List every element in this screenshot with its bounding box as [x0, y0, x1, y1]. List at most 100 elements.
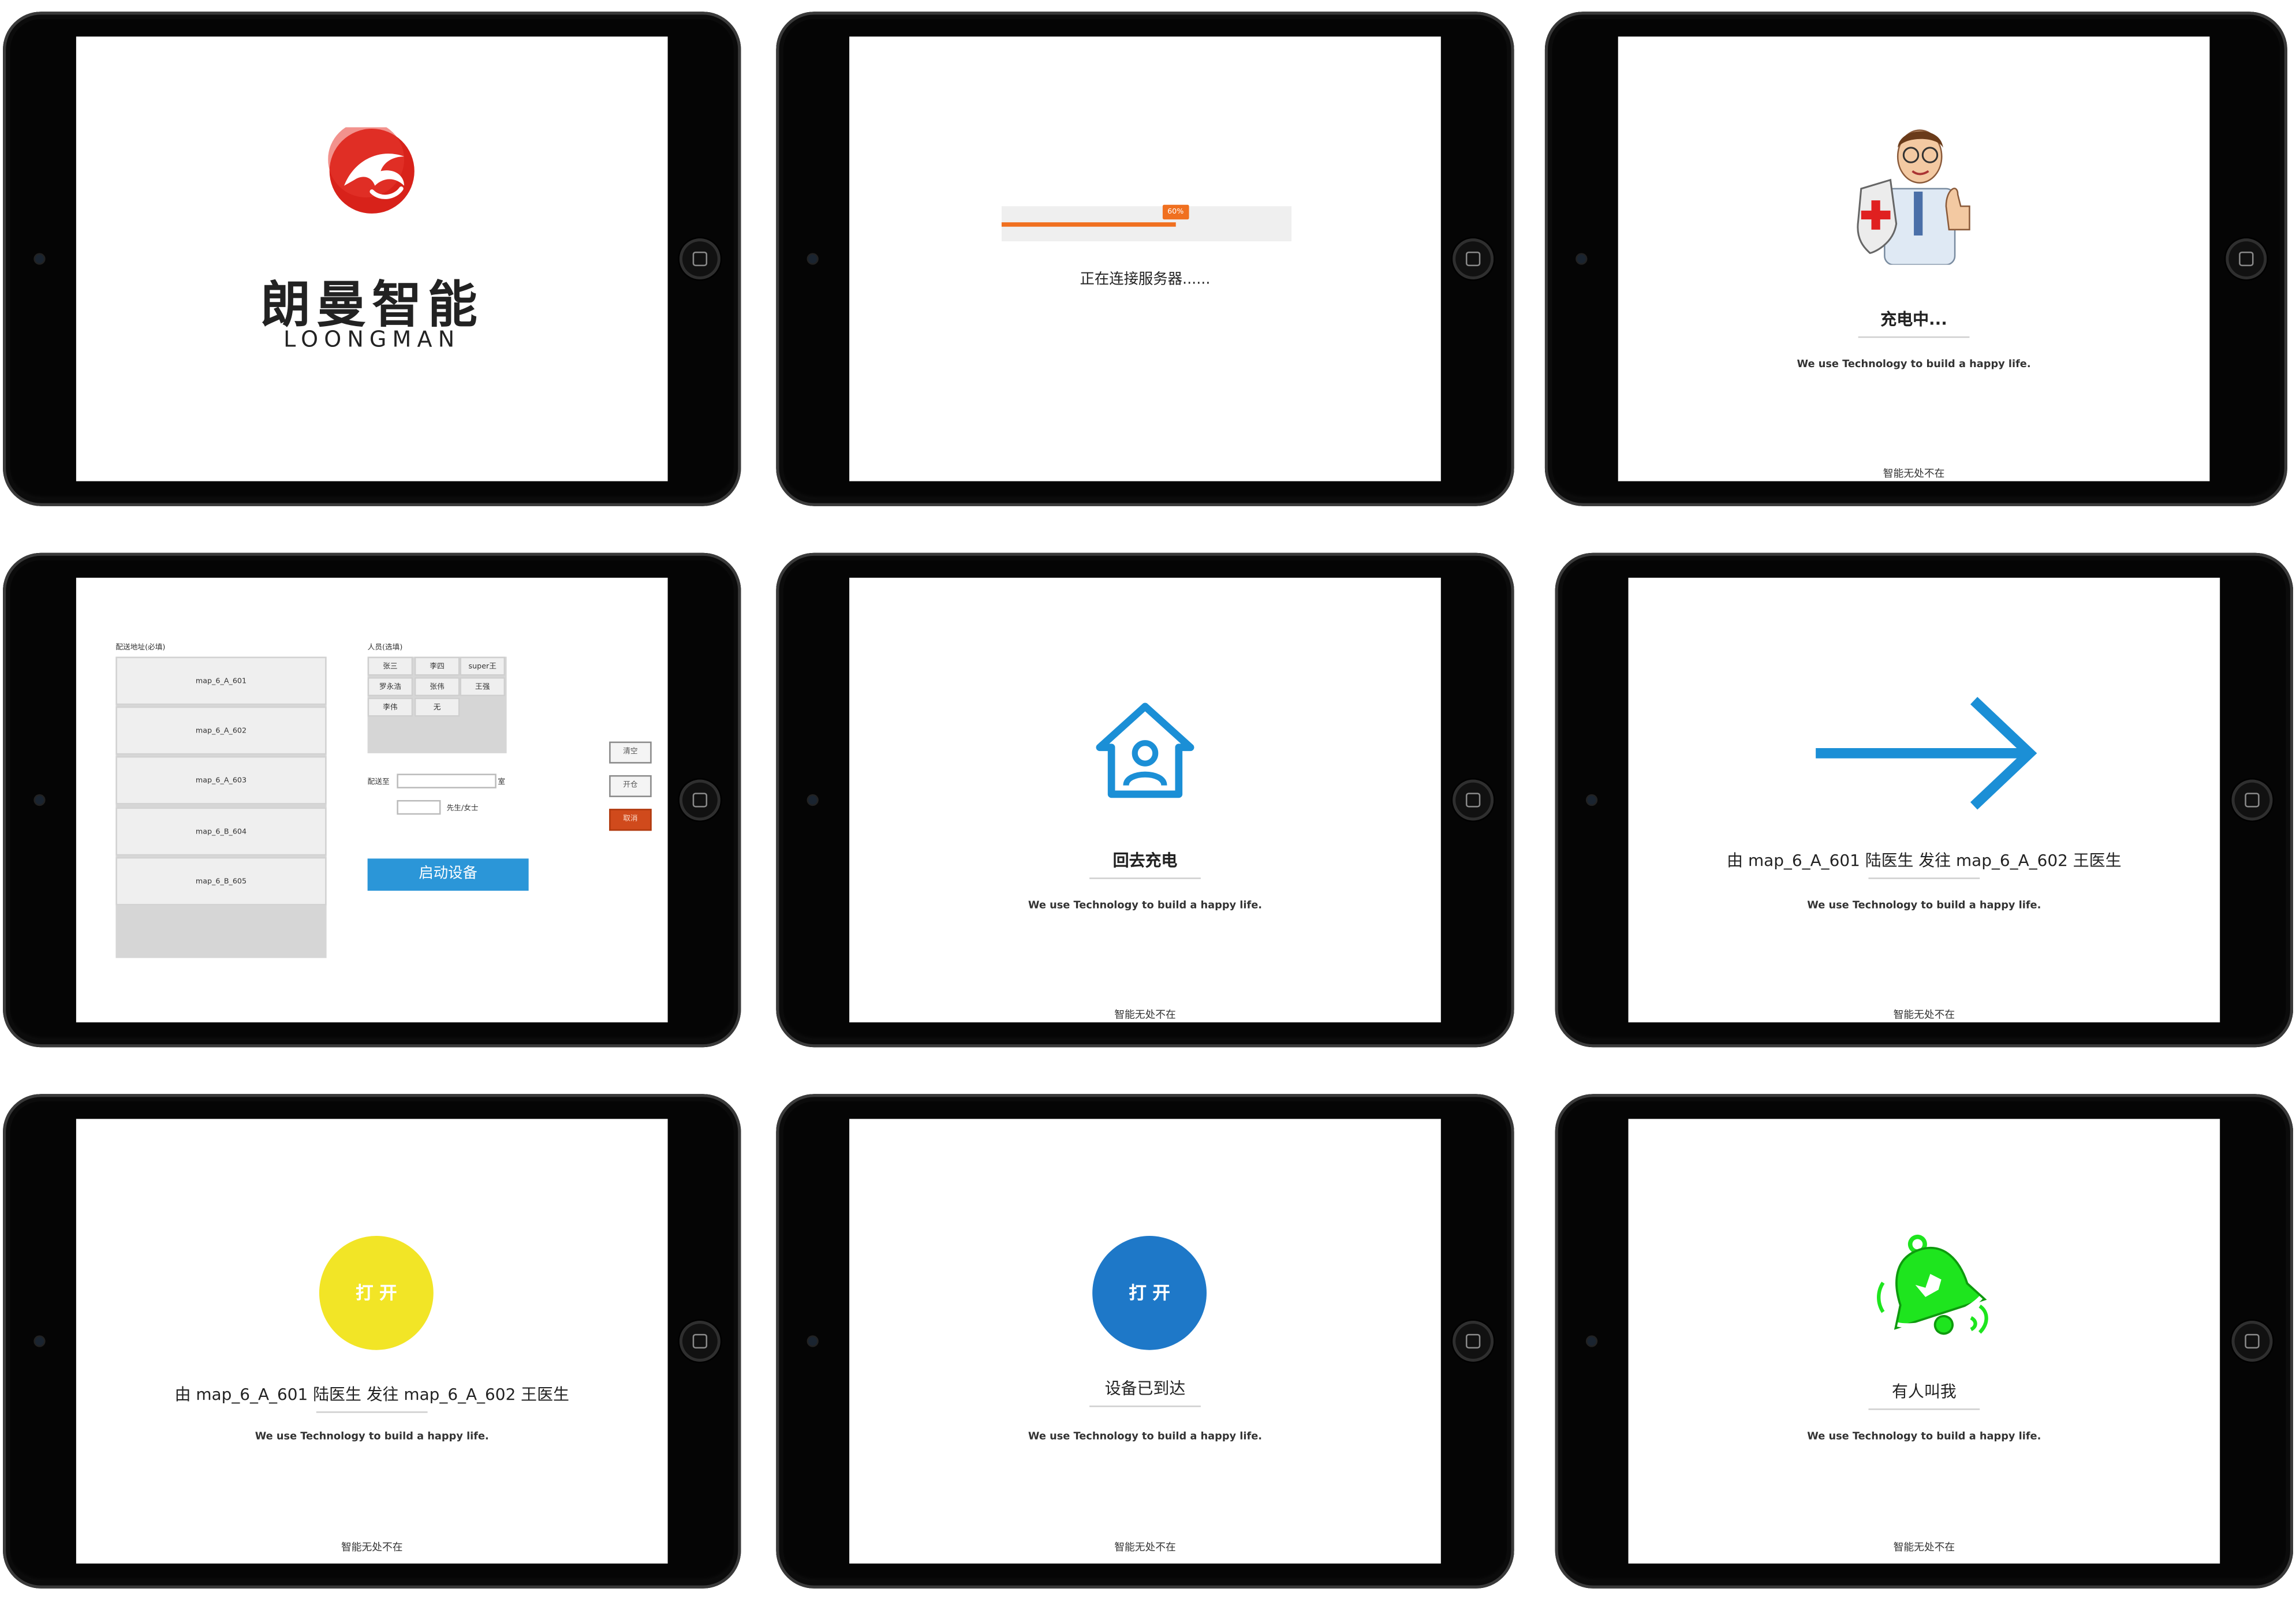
splash-screen: 朗曼智能 LOONGMAN [76, 36, 668, 481]
progress-badge-text: 60% [1167, 207, 1184, 217]
clear-button[interactable]: 清空 [609, 741, 652, 764]
tagline: We use Technology to build a happy life. [1797, 358, 2031, 371]
person-cell[interactable]: super王 [460, 656, 506, 676]
open-yellow-screen: 打 开 由 map_6_A_601 陆医生 发往 map_6_A_602 王医生… [76, 1119, 668, 1564]
front-camera [1587, 1336, 1596, 1346]
tablet-open-yellow: 打 开 由 map_6_A_601 陆医生 发往 map_6_A_602 王医生… [3, 1094, 741, 1589]
home-button[interactable] [1453, 779, 1494, 821]
tagline: We use Technology to build a happy life. [1807, 899, 2041, 911]
home-person-icon [1096, 703, 1194, 798]
start-device-button[interactable]: 启动设备 [367, 858, 529, 891]
person-cell[interactable]: 张伟 [414, 677, 460, 697]
home-button[interactable] [679, 779, 720, 821]
address-item[interactable]: map_6_A_602 [115, 706, 327, 755]
home-button[interactable] [2231, 779, 2273, 821]
tablet-splash: 朗曼智能 LOONGMAN [3, 12, 741, 506]
person-cell[interactable]: 李四 [414, 656, 460, 676]
title-underline [1089, 1405, 1201, 1407]
address-label: 配送地址(必填) [115, 643, 166, 653]
title-underline [316, 1411, 428, 1413]
title-underline [1089, 877, 1201, 879]
cancel-button[interactable]: 取消 [609, 809, 652, 831]
front-camera [35, 254, 44, 264]
tablet-in-transit: 由 map_6_A_601 陆医生 发往 map_6_A_602 王医生 We … [1555, 552, 2294, 1048]
front-camera [808, 1336, 817, 1346]
address-list: map_6_A_601 map_6_A_602 map_6_A_603 map_… [115, 656, 327, 958]
tablet-arrived: 打 开 设备已到达 We use Technology to build a h… [776, 1094, 1514, 1589]
dispatch-screen: 配送地址(必填) map_6_A_601 map_6_A_602 map_6_A… [76, 577, 668, 1023]
footer-slogan: 智能无处不在 [1114, 1009, 1176, 1021]
calling-title: 有人叫我 [1892, 1382, 1957, 1402]
open-button[interactable]: 打 开 [319, 1236, 434, 1350]
mockup-grid: 朗曼智能 LOONGMAN 60% 正在连接服务器...... 充电中... W… [0, 0, 2296, 1603]
front-camera [1587, 795, 1596, 805]
home-button[interactable] [679, 1321, 720, 1362]
progress-fill [1001, 222, 1176, 227]
open-button-label: 打 开 [356, 1283, 397, 1303]
front-camera [1577, 254, 1586, 264]
charging-title: 充电中... [1880, 310, 1947, 330]
address-item[interactable]: map_6_A_603 [115, 756, 327, 805]
tagline: We use Technology to build a happy life. [1028, 899, 1262, 911]
front-camera [35, 1336, 44, 1346]
tagline: We use Technology to build a happy life. [255, 1430, 489, 1443]
tagline: We use Technology to build a happy life. [1807, 1430, 2041, 1443]
address-item[interactable]: map_6_B_604 [115, 807, 327, 856]
home-button[interactable] [1453, 238, 1494, 279]
front-camera [35, 795, 44, 805]
title-underline [1868, 1408, 1980, 1410]
address-item[interactable]: map_6_B_605 [115, 857, 327, 906]
recipient-suffix: 先生/女士 [446, 804, 479, 813]
front-camera [808, 795, 817, 805]
charging-screen: 充电中... We use Technology to build a happ… [1618, 36, 2210, 481]
home-button[interactable] [679, 238, 720, 279]
open-button[interactable]: 打 开 [1092, 1236, 1207, 1350]
bell-icon [1877, 1234, 1988, 1335]
person-cell[interactable]: 罗永浩 [367, 677, 413, 697]
home-button[interactable] [2231, 1321, 2273, 1362]
tablet-return-charge: 回去充电 We use Technology to build a happy … [776, 552, 1514, 1048]
footer-slogan: 智能无处不在 [1114, 1541, 1176, 1553]
return-charge-title: 回去充电 [1112, 851, 1178, 870]
doctor-mascot-icon [1857, 129, 1970, 265]
loading-screen: 60% 正在连接服务器...... [849, 36, 1441, 481]
open-bin-button[interactable]: 开仓 [609, 775, 652, 797]
tablet-charging: 充电中... We use Technology to build a happ… [1544, 12, 2287, 506]
title-underline [1868, 877, 1980, 879]
footer-slogan: 智能无处不在 [1883, 468, 1945, 480]
tablet-calling: 有人叫我 We use Technology to build a happy … [1555, 1094, 2294, 1589]
progress-badge: 60% [1162, 204, 1189, 220]
tablet-loading: 60% 正在连接服务器...... [776, 12, 1514, 506]
tablet-dispatch: 配送地址(必填) map_6_A_601 map_6_A_602 map_6_A… [3, 552, 741, 1048]
connecting-status: 正在连接服务器...... [1080, 272, 1211, 289]
route-title: 由 map_6_A_601 陆医生 发往 map_6_A_602 王医生 [174, 1385, 569, 1404]
footer-slogan: 智能无处不在 [341, 1541, 403, 1553]
home-button[interactable] [2226, 238, 2267, 279]
in-transit-screen: 由 map_6_A_601 陆医生 发往 map_6_A_602 王医生 We … [1628, 577, 2220, 1023]
personnel-label: 人员(选填) [367, 643, 403, 653]
arrived-screen: 打 开 设备已到达 We use Technology to build a h… [849, 1119, 1441, 1564]
progress-track: 60% [1001, 204, 1292, 242]
person-cell[interactable]: 王强 [460, 677, 506, 697]
footer-slogan: 智能无处不在 [1893, 1541, 1955, 1553]
front-camera [808, 254, 817, 264]
tagline: We use Technology to build a happy life. [1028, 1430, 1262, 1443]
loongman-logo-icon [328, 127, 415, 214]
address-item[interactable]: map_6_A_601 [115, 656, 327, 705]
person-cell[interactable]: 张三 [367, 656, 413, 676]
title-underline [1858, 336, 1970, 338]
room-input[interactable] [397, 774, 496, 789]
brand-name-en: LOONGMAN [283, 326, 461, 353]
room-suffix: 室 [498, 778, 506, 787]
start-device-label: 启动设备 [419, 866, 477, 882]
person-cell[interactable]: 无 [414, 697, 460, 717]
return-charge-screen: 回去充电 We use Technology to build a happy … [849, 577, 1441, 1023]
open-button-label: 打 开 [1129, 1283, 1170, 1303]
person-cell[interactable]: 李伟 [367, 697, 413, 717]
recipient-input[interactable] [397, 799, 441, 815]
footer-slogan: 智能无处不在 [1893, 1009, 1955, 1021]
calling-screen: 有人叫我 We use Technology to build a happy … [1628, 1119, 2220, 1564]
home-button[interactable] [1453, 1321, 1494, 1362]
deliver-to-label: 配送至 [367, 778, 390, 787]
arrived-title: 设备已到达 [1104, 1379, 1186, 1399]
